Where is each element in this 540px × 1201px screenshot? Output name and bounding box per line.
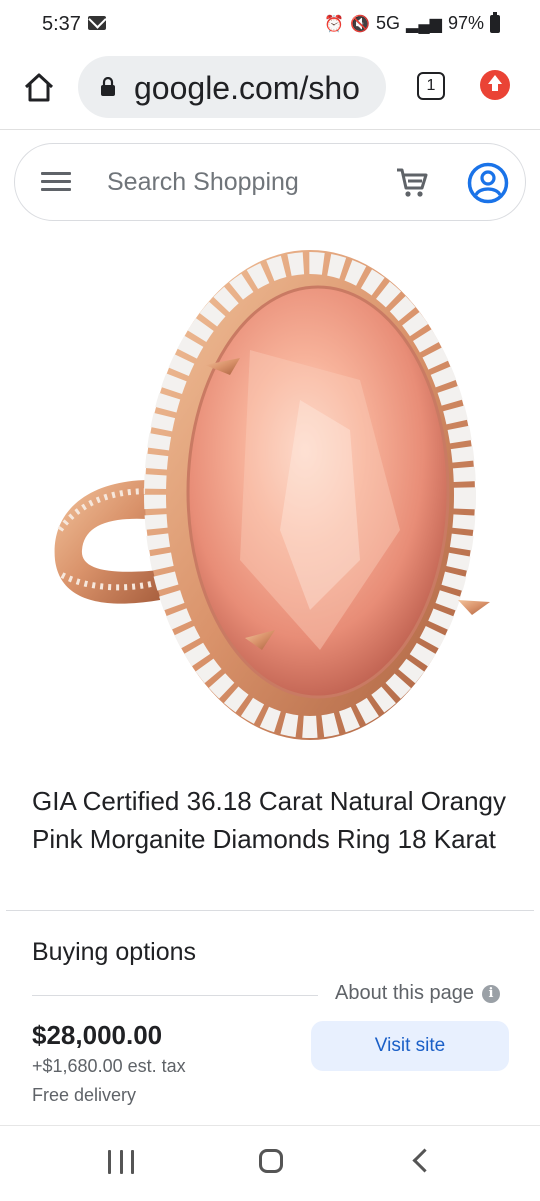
- url-text[interactable]: google.com/sho: [134, 70, 384, 107]
- status-bar: 5:37 ⏰ 🔇 5G ▂▄▆ 97%: [0, 0, 540, 50]
- lock-icon: [101, 77, 115, 96]
- account-icon[interactable]: [467, 162, 509, 204]
- section-divider: [6, 910, 534, 911]
- home-button-icon[interactable]: [259, 1149, 283, 1173]
- cart-icon[interactable]: [395, 166, 429, 200]
- about-this-page-link[interactable]: About this page i: [335, 982, 500, 1005]
- buying-options-heading: Buying options: [32, 938, 197, 966]
- search-input[interactable]: Search Shopping: [107, 168, 299, 197]
- address-bar[interactable]: google.com/sho: [78, 56, 386, 118]
- back-icon[interactable]: [412, 1148, 437, 1173]
- info-icon[interactable]: i: [482, 984, 500, 1003]
- product-title: GIA Certified 36.18 Carat Natural Orangy…: [32, 786, 507, 854]
- status-time: 5:37: [42, 13, 81, 35]
- recents-icon[interactable]: [108, 1150, 134, 1174]
- estimated-tax: +$1,680.00 est. tax: [32, 1056, 186, 1076]
- system-nav-bar: [0, 1125, 540, 1201]
- signal-icon: ▂▄▆: [406, 15, 442, 33]
- toolbar-divider: [0, 129, 540, 130]
- price: $28,000.00: [32, 1020, 163, 1050]
- visit-site-button[interactable]: Visit site: [311, 1021, 509, 1071]
- about-label: About this page: [335, 982, 474, 1004]
- battery-icon: [490, 11, 500, 33]
- product-image[interactable]: [0, 230, 540, 760]
- tabs-icon[interactable]: 1: [417, 72, 445, 100]
- delivery-info: Free delivery: [32, 1085, 137, 1105]
- status-icons: ⏰ 🔇 5G ▂▄▆ 97%: [324, 11, 500, 34]
- menu-icon[interactable]: [41, 172, 71, 192]
- mute-icon: 🔇: [350, 15, 370, 33]
- tab-count: 1: [426, 77, 436, 94]
- browser-toolbar: google.com/sho 1: [0, 52, 540, 122]
- home-icon[interactable]: [22, 70, 56, 104]
- battery-percent: 97%: [447, 13, 484, 33]
- network-label: 5G: [376, 13, 401, 33]
- mail-icon: [88, 16, 106, 30]
- alarm-icon: ⏰: [324, 15, 345, 33]
- update-icon[interactable]: [480, 70, 510, 100]
- heading-divider: [32, 995, 318, 996]
- search-bar[interactable]: Search Shopping: [14, 143, 526, 221]
